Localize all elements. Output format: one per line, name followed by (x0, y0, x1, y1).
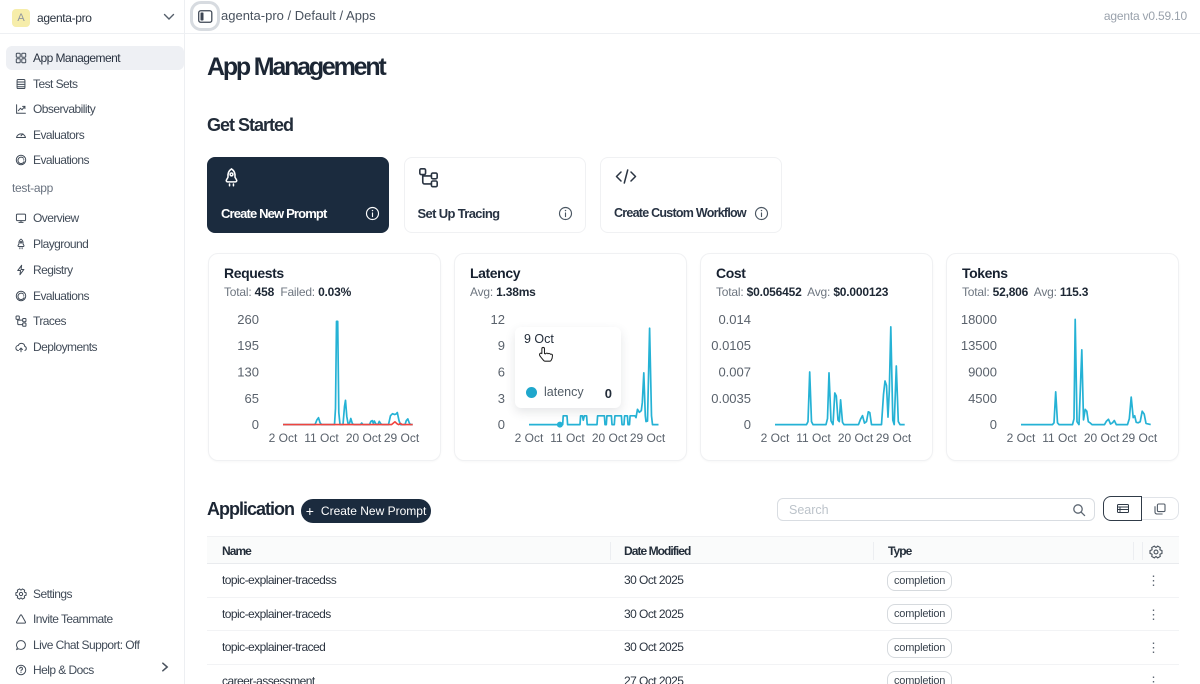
svg-text:65: 65 (245, 391, 259, 406)
svg-text:12: 12 (491, 312, 505, 327)
svg-text:0.0035: 0.0035 (711, 391, 751, 406)
svg-text:11 Oct: 11 Oct (796, 431, 831, 445)
svg-text:2 Oct: 2 Oct (1007, 431, 1036, 445)
svg-text:9: 9 (498, 338, 505, 353)
svg-text:29 Oct: 29 Oct (1122, 431, 1158, 445)
svg-text:2 Oct: 2 Oct (269, 431, 298, 445)
svg-text:0: 0 (744, 417, 751, 432)
svg-text:0.014: 0.014 (718, 312, 751, 327)
svg-text:2 Oct: 2 Oct (515, 431, 544, 445)
svg-text:6: 6 (498, 365, 505, 380)
svg-text:0: 0 (990, 417, 997, 432)
svg-text:0: 0 (252, 417, 259, 432)
svg-text:195: 195 (237, 338, 259, 353)
svg-text:4500: 4500 (968, 391, 997, 406)
svg-text:29 Oct: 29 Oct (630, 431, 666, 445)
svg-text:20 Oct: 20 Oct (838, 431, 874, 445)
svg-text:18000: 18000 (961, 312, 997, 327)
svg-text:11 Oct: 11 Oct (304, 431, 339, 445)
svg-text:20 Oct: 20 Oct (592, 431, 628, 445)
svg-text:0.0105: 0.0105 (711, 338, 751, 353)
svg-text:3: 3 (498, 391, 505, 406)
svg-text:29 Oct: 29 Oct (876, 431, 912, 445)
svg-text:260: 260 (237, 312, 259, 327)
svg-text:2 Oct: 2 Oct (761, 431, 790, 445)
svg-text:0.007: 0.007 (718, 365, 751, 380)
svg-text:130: 130 (237, 365, 259, 380)
svg-text:20 Oct: 20 Oct (346, 431, 382, 445)
svg-text:0: 0 (498, 417, 505, 432)
svg-text:13500: 13500 (961, 338, 997, 353)
svg-text:11 Oct: 11 Oct (550, 431, 585, 445)
svg-text:11 Oct: 11 Oct (1042, 431, 1077, 445)
svg-text:29 Oct: 29 Oct (384, 431, 420, 445)
svg-text:20 Oct: 20 Oct (1084, 431, 1120, 445)
svg-text:9000: 9000 (968, 365, 997, 380)
